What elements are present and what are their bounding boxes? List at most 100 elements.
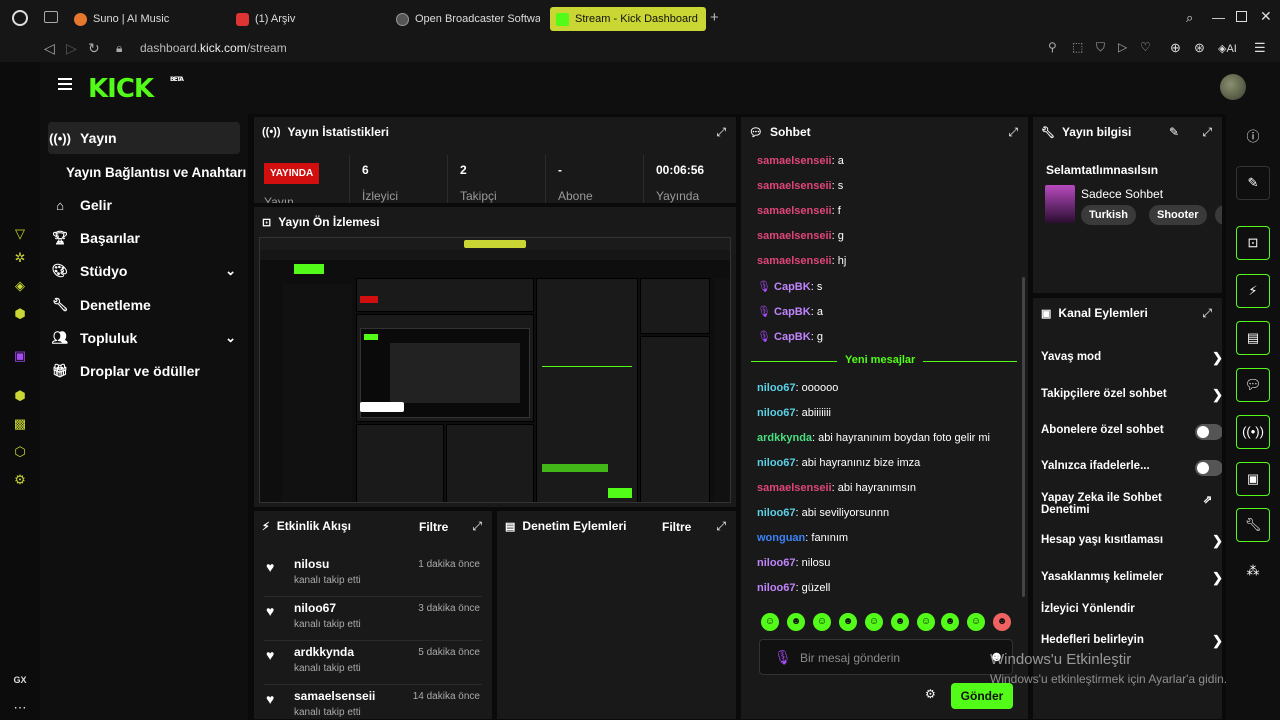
minimize-icon[interactable]: — [1212, 10, 1225, 25]
sidebar-item-stream-key[interactable]: Yayın Bağlantısı ve Anahtarı [66, 156, 258, 188]
widgets-icon[interactable]: ⁂ [1236, 554, 1270, 588]
gx-sidebar-item-icon[interactable]: ⬢ [12, 388, 28, 404]
chat-username[interactable]: niloo67 [757, 382, 796, 394]
actions-icon[interactable]: ▣ [1236, 462, 1270, 496]
chat-username[interactable]: samaelsenseii [757, 155, 832, 167]
chat-input[interactable]: 🎙︎ Bir mesaj gönderin ☻ [759, 639, 1013, 675]
sidebar-item-basarilar[interactable]: 🏆︎ Başarılar [48, 222, 240, 254]
chat-username[interactable]: niloo67 [757, 407, 796, 419]
wrench-icon[interactable]: 🔧︎ [1236, 508, 1270, 542]
ai-button[interactable]: ◈AI [1218, 42, 1237, 55]
chat-scrollbar[interactable] [1022, 277, 1025, 597]
account-age-row[interactable]: Hesap yaşı kısıtlaması ❯ [1041, 533, 1222, 548]
reload-icon[interactable]: ↻ [88, 40, 100, 57]
tab-arsiv[interactable]: (1) Arşiv [230, 7, 390, 31]
camera-icon[interactable]: ⊡ [1236, 226, 1270, 260]
tab-switcher-icon[interactable] [44, 11, 58, 23]
twitch-icon[interactable]: ▣ [12, 348, 28, 364]
popout-icon[interactable]: ⤢ [1202, 125, 1212, 140]
sidebar-item-gelir[interactable]: ⌂ Gelir [48, 189, 240, 221]
emote-icon[interactable]: ☻ [787, 613, 805, 631]
chat-username[interactable]: niloo67 [757, 557, 796, 569]
chat-username[interactable]: niloo67 [757, 507, 796, 519]
player-icon[interactable]: ▷ [1118, 40, 1127, 54]
chat-username[interactable]: niloo67 [757, 582, 796, 594]
category-name[interactable]: Sadece Sohbet [1081, 187, 1163, 201]
gx-sidebar-item-icon[interactable]: ⬢ [12, 306, 28, 322]
raid-row[interactable]: İzleyici Yönlendir [1041, 603, 1219, 615]
chat-username[interactable]: CapBK [774, 331, 811, 343]
chat-username[interactable]: niloo67 [757, 457, 796, 469]
search-icon[interactable]: ⌕ [1186, 10, 1193, 26]
bolt-icon[interactable]: ⚡︎ [1236, 274, 1270, 308]
forward-icon[interactable]: ▷ [66, 40, 77, 57]
ai-moderation-row[interactable]: Yapay Zeka ile Sohbet Denetimi ⇗ [1041, 492, 1212, 516]
edit-icon[interactable]: ✎ [1236, 166, 1270, 200]
banned-words-row[interactable]: Yasaklanmış kelimeler ❯ [1041, 570, 1222, 585]
maximize-icon[interactable] [1236, 11, 1247, 22]
sidebar-item-denetleme[interactable]: 🔧︎ Denetleme [48, 289, 240, 321]
gx-sidebar-item-icon[interactable]: ▩ [12, 416, 28, 432]
gx-sidebar-item-icon[interactable]: ◈ [12, 278, 28, 294]
category-thumbnail[interactable] [1045, 185, 1075, 223]
popout-icon[interactable]: ⤢ [1008, 125, 1018, 140]
gx-sidebar-item-icon[interactable]: ⬡ [12, 444, 28, 460]
popout-icon[interactable]: ⤢ [716, 519, 726, 534]
tab-obs[interactable]: Open Broadcaster Software [390, 7, 540, 31]
emote-icon[interactable]: ☻ [839, 613, 857, 631]
sidebar-item-studyo[interactable]: 🎨︎ Stüdyo ⌄ [48, 255, 240, 287]
chat-username[interactable]: wonguan [757, 532, 805, 544]
emote-icon[interactable]: ☻ [891, 613, 909, 631]
chat-username[interactable]: samaelsenseii [757, 180, 832, 192]
microphone-icon[interactable]: 🎙︎ [774, 649, 792, 666]
sidebar-item-topluluk[interactable]: 👥︎ Topluluk ⌄ [48, 322, 240, 354]
menu-icon[interactable]: ☰ [1254, 40, 1266, 56]
tag-chip-overflow[interactable] [1215, 205, 1222, 225]
tab-suno[interactable]: Suno | AI Music [68, 7, 228, 31]
stream-preview-video[interactable] [259, 237, 731, 503]
chat-username[interactable]: samaelsenseii [757, 482, 832, 494]
emote-icon[interactable]: ☺ [865, 613, 883, 631]
emote-icon[interactable]: ☺ [967, 613, 985, 631]
kick-logo[interactable]: KICK BETA [88, 74, 184, 104]
emote-icon[interactable]: ☻ [941, 613, 959, 631]
chat-username[interactable]: samaelsenseii [757, 230, 832, 242]
filter-button[interactable]: Filtre [419, 520, 448, 534]
follower-name[interactable]: niloo67 [294, 601, 336, 615]
followers-only-row[interactable]: Takipçilere özel sohbet ❯ [1041, 387, 1222, 402]
new-tab-icon[interactable]: + [710, 10, 719, 26]
opera-gx-logo-icon[interactable] [12, 10, 28, 26]
hamburger-menu-icon[interactable] [58, 78, 72, 90]
more-icon[interactable]: ⋯ [12, 700, 28, 716]
avatar[interactable] [1220, 74, 1246, 100]
chevron-down-icon[interactable]: ⌄ [225, 263, 236, 279]
slow-mode-row[interactable]: Yavaş mod ❯ [1041, 350, 1222, 365]
sidebar-item-yayin[interactable]: ((•)) Yayın [48, 122, 240, 154]
back-icon[interactable]: ◁ [44, 40, 55, 57]
snapshot-icon[interactable]: ⬚ [1072, 40, 1083, 54]
info-icon[interactable]: ⓘ [1236, 120, 1270, 154]
emote-icon[interactable]: ☻ [993, 613, 1011, 631]
follower-name[interactable]: ardkkynda [294, 645, 354, 659]
heart-icon[interactable]: ♡ [1140, 40, 1151, 54]
popout-icon[interactable]: ⤢ [472, 519, 482, 534]
subscribers-only-toggle[interactable] [1195, 424, 1222, 440]
sidebar-item-droplar[interactable]: 🎁︎ Droplar ve ödüller [48, 355, 240, 387]
document-icon[interactable]: ▤ [1236, 321, 1270, 355]
broadcast-icon[interactable]: ((•)) [1236, 415, 1270, 449]
follower-name[interactable]: samaelsenseii [294, 689, 375, 703]
emotes-only-toggle[interactable] [1195, 460, 1222, 476]
chat-username[interactable]: ardkkynda [757, 432, 812, 444]
send-button[interactable]: Gönder [951, 683, 1013, 709]
chat-username[interactable]: CapBK [774, 306, 811, 318]
tab-kick-dashboard[interactable]: Stream - Kick Dashboard [550, 7, 706, 31]
settings-icon[interactable]: ⚙ [925, 687, 936, 701]
chat-username[interactable]: CapBK [774, 281, 811, 293]
gx-sidebar-item-icon[interactable]: ▽ [12, 226, 28, 242]
chat-bubble-icon[interactable]: 💬︎ [1236, 368, 1270, 402]
pin-icon[interactable]: ⚲ [1048, 40, 1057, 54]
extensions-icon[interactable]: ⊕ [1170, 40, 1181, 56]
follower-name[interactable]: nilosu [294, 557, 329, 571]
vpn-icon[interactable]: ⊛ [1194, 40, 1205, 56]
url-field[interactable]: dashboard.kick.com/stream [140, 41, 287, 55]
